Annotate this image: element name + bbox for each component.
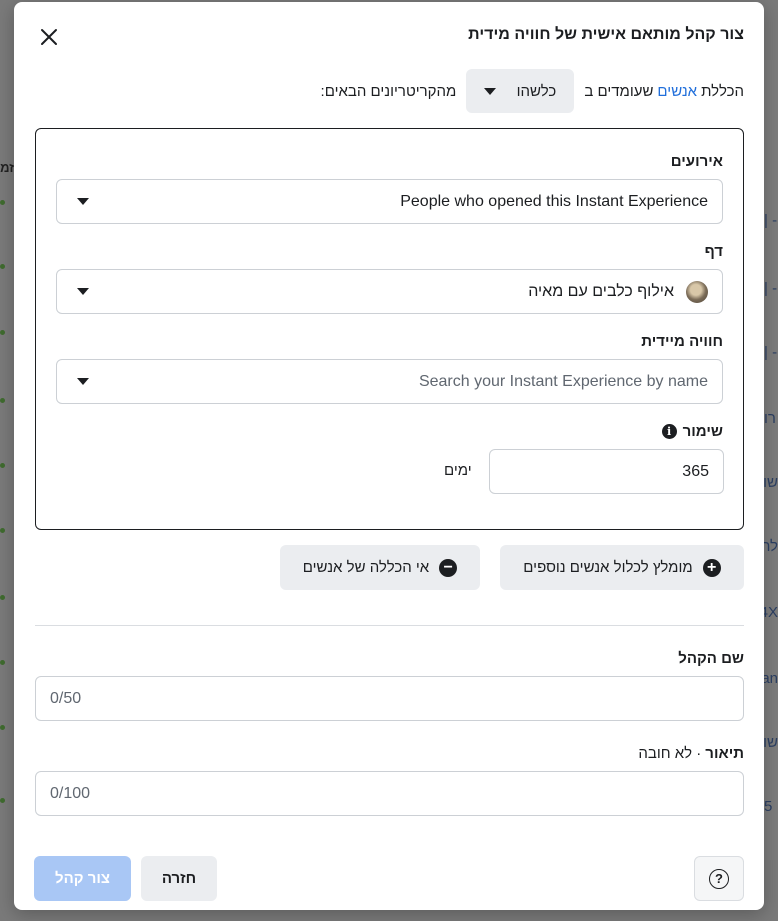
description-label-row: תיאור · לא חובה <box>638 745 744 762</box>
retention-label: שימור <box>682 423 723 440</box>
exclude-people-button[interactable]: − אי הכללה של אנשים <box>280 545 480 590</box>
background-row-text: 4X <box>764 604 778 621</box>
caret-down-icon <box>77 378 89 385</box>
caret-down-icon <box>77 288 89 295</box>
description-optional: · לא חובה <box>638 745 702 762</box>
background-row-text: שו <box>764 734 778 751</box>
background-left-strip <box>0 0 14 921</box>
background-status-dot <box>0 200 5 205</box>
description-counter: 0/100 <box>50 784 91 802</box>
page-name: אילוף כלבים עם מאיה <box>528 282 674 300</box>
events-select[interactable]: People who opened this Instant Experienc… <box>56 179 723 224</box>
plus-circle-icon: + <box>702 558 721 577</box>
background-status-dot <box>0 660 5 665</box>
people-link[interactable]: אנשים <box>657 83 697 100</box>
background-row-text: לה <box>764 538 778 555</box>
events-label: אירועים <box>670 153 723 170</box>
include-more-people-button[interactable]: + מומלץ לכלול אנשים נוספים <box>500 545 744 590</box>
background-status-dot <box>0 264 5 269</box>
background-row-text: - | <box>764 280 778 297</box>
close-icon <box>41 29 57 45</box>
page-select-value: אילוף כלבים עם מאיה <box>528 280 708 303</box>
audience-name-label: שם הקהל <box>678 650 744 667</box>
instant-experience-search[interactable]: Search your Instant Experience by name <box>56 359 723 404</box>
page-select[interactable]: אילוף כלבים עם מאיה <box>56 269 723 314</box>
background-row-text: רו <box>764 410 776 427</box>
include-mid-text: שעומדים ב <box>584 82 654 100</box>
include-prefix: הכללת <box>701 82 744 100</box>
retention-label-row: שימור i <box>661 423 723 440</box>
info-icon[interactable]: i <box>661 424 677 439</box>
criteria-panel: אירועים People who opened this Instant E… <box>35 128 744 530</box>
background-status-dot <box>0 528 5 533</box>
background-status-dot <box>0 725 5 730</box>
background-row-text: 5 <box>764 798 773 815</box>
background-row-text: - | <box>764 344 778 361</box>
instant-experience-placeholder: Search your Instant Experience by name <box>418 372 708 390</box>
background-column-header: זמ <box>0 160 14 175</box>
create-audience-button[interactable]: צור קהל <box>34 856 131 901</box>
include-more-label: מומלץ לכלול אנשים נוספים <box>523 559 693 576</box>
dialog-header: צור קהל מותאם אישית של חוויה מידית <box>14 2 764 66</box>
include-suffix: מהקריטריונים הבאים: <box>320 82 457 100</box>
minus-circle-icon: − <box>439 558 458 577</box>
match-any-dropdown[interactable]: כלשהו <box>466 69 575 113</box>
background-status-dot <box>0 463 5 468</box>
background-row-text: an <box>764 670 778 687</box>
background-status-dot <box>0 798 5 803</box>
background-status-dot <box>0 398 5 403</box>
back-button[interactable]: חזרה <box>141 856 217 901</box>
background-row-text: - | <box>764 212 778 229</box>
include-criteria-row: הכללת אנשים שעומדים ב כלשהו מהקריטריונים… <box>34 68 744 114</box>
description-input[interactable]: 0/100 <box>35 771 744 816</box>
background-row-text: שוו <box>764 474 778 491</box>
help-button[interactable]: ? <box>694 856 744 901</box>
close-button[interactable] <box>34 22 64 52</box>
audience-name-input[interactable]: 0/50 <box>35 676 744 721</box>
background-status-dot <box>0 595 5 600</box>
audience-name-counter: 0/50 <box>50 689 82 707</box>
events-select-value: People who opened this Instant Experienc… <box>400 192 708 210</box>
match-any-label: כלשהו <box>516 82 557 100</box>
exclude-label: אי הכללה של אנשים <box>302 559 430 576</box>
retention-days-input[interactable]: 365 <box>489 449 724 494</box>
section-divider <box>35 625 744 626</box>
page-label: דף <box>704 243 723 260</box>
retention-unit: ימים <box>444 462 472 479</box>
background-status-dot <box>0 330 5 335</box>
create-custom-audience-dialog: צור קהל מותאם אישית של חוויה מידית הכללת… <box>14 2 764 910</box>
dialog-title: צור קהל מותאם אישית של חוויה מידית <box>468 26 744 43</box>
help-icon: ? <box>709 868 729 889</box>
caret-down-icon <box>484 87 497 95</box>
page-avatar <box>686 280 708 303</box>
description-label: תיאור <box>705 745 744 762</box>
instant-experience-label: חוויה מיידית <box>641 333 723 350</box>
caret-down-icon <box>77 198 89 205</box>
